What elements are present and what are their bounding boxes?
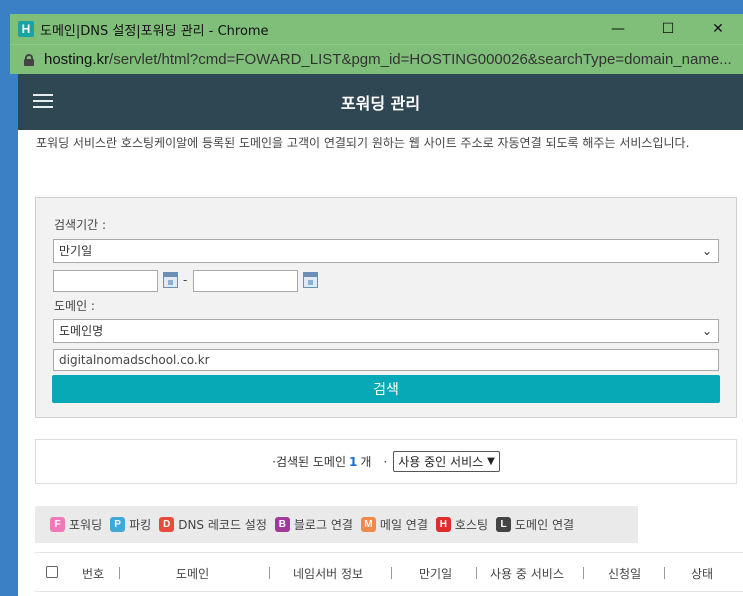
calendar-icon[interactable] [303,272,318,288]
dns-badge-icon: D [159,517,175,532]
service-filter-value: 사용 중인 서비스 [398,455,484,469]
legend-item-forwarding: F 포워딩 [50,516,102,533]
column-header-services[interactable]: 사용 중 서비스 [490,565,564,582]
url-text[interactable]: hosting.kr/servlet/html?cmd=FOWARD_LIST&… [44,51,743,68]
legend-item-hosting: H 호스팅 [435,516,489,533]
service-description: 포워딩 서비스란 호스팅케이알에 등록된 도메인을 고객이 연결되기 원하는 웹… [36,136,690,150]
domain-search-input[interactable]: digitalnomadschool.co.kr [53,349,719,371]
page-title: 포워딩 관리 [340,94,421,113]
column-divider [119,567,120,579]
calendar-icon[interactable] [163,272,178,288]
parking-badge-icon: P [110,517,126,532]
column-divider [583,567,584,579]
date-to-input[interactable] [193,270,298,292]
address-bar[interactable]: hosting.kr/servlet/html?cmd=FOWARD_LIST&… [10,44,743,74]
legend-label: 블로그 연결 [293,518,353,532]
search-panel: 검색기간 : 만기일 ⌄ - 도메인 : 도메인명 ⌄ digitalnomad… [35,197,737,418]
date-range-dash: - [183,273,188,287]
legend-item-blog: B 블로그 연결 [274,516,353,533]
close-button[interactable]: ✕ [693,14,743,44]
legend-item-domain-link: L 도메인 연결 [496,516,574,533]
legend-label: 포워딩 [69,518,103,532]
legend-label: 도메인 연결 [515,518,575,532]
maximize-button[interactable]: ☐ [643,14,693,44]
hosting-badge-icon: H [435,517,451,532]
result-prefix: 검색된 도메인 [275,455,347,469]
column-header-status[interactable]: 상태 [691,565,713,582]
domain-label: 도메인 : [54,299,95,313]
legend-label: DNS 레코드 설정 [178,518,267,532]
column-header-nameserver[interactable]: 네임서버 정보 [293,565,363,582]
window-controls: — ☐ ✕ [593,14,743,44]
legend-item-mail: M 메일 연결 [360,516,428,533]
window-titlebar: H 도메인|DNS 설정|포워딩 관리 - Chrome — ☐ ✕ [10,14,743,44]
hamburger-menu-icon[interactable] [33,94,53,108]
service-filter-select[interactable]: 사용 중인 서비스 ▼ [393,451,500,472]
search-button[interactable]: 검색 [52,375,720,403]
filter-bullet: · [383,454,388,469]
date-from-input[interactable] [53,270,158,292]
select-all-checkbox[interactable] [46,566,58,578]
column-divider [664,567,665,579]
page-content: 포워딩 관리 포워딩 서비스란 호스팅케이알에 등록된 도메인을 고객이 연결되… [18,74,743,596]
service-legend: F 포워딩 P 파킹 D DNS 레코드 설정 B 블로그 연결 M 메일 연결… [35,506,638,543]
result-count: 1 [349,454,358,469]
column-header-domain[interactable]: 도메인 [176,565,209,582]
period-label: 검색기간 : [54,218,107,232]
legend-item-parking: P 파킹 [110,516,151,533]
legend-label: 메일 연결 [379,518,428,532]
domain-type-value: 도메인명 [59,324,104,338]
column-header-expiry[interactable]: 만기일 [419,565,452,582]
domain-link-badge-icon: L [496,517,512,532]
chevron-down-icon: ⌄ [701,244,712,258]
table-header: 번호 도메인 네임서버 정보 만기일 사용 중 서비스 신청일 상태 [35,552,743,592]
window-title: 도메인|DNS 설정|포워딩 관리 - Chrome [40,23,269,39]
app-icon: H [18,21,34,37]
result-suffix: 개 [360,455,372,469]
column-divider [269,567,270,579]
column-divider [476,567,477,579]
url-host: hosting.kr [43,51,110,68]
column-divider [391,567,392,579]
chevron-down-icon: ▼ [487,456,495,467]
period-select-value: 만기일 [59,244,93,258]
app-header: 포워딩 관리 [18,74,743,130]
domain-type-select[interactable]: 도메인명 ⌄ [53,319,719,343]
blog-badge-icon: B [274,517,290,532]
mail-badge-icon: M [360,517,376,532]
column-header-number[interactable]: 번호 [82,565,104,582]
search-result-summary: · 검색된 도메인 1 개 · 사용 중인 서비스 ▼ [35,439,737,484]
lock-icon[interactable] [24,53,34,66]
legend-item-dns: D DNS 레코드 설정 [159,516,267,533]
chevron-down-icon: ⌄ [701,324,712,338]
column-header-applied-date[interactable]: 신청일 [608,565,641,582]
forwarding-badge-icon: F [50,517,65,532]
legend-label: 파킹 [129,518,152,532]
period-select[interactable]: 만기일 ⌄ [53,239,719,263]
url-path: /servlet/html?cmd=FOWARD_LIST&pgm_id=HOS… [109,51,732,68]
minimize-button[interactable]: — [593,14,643,44]
legend-label: 호스팅 [454,518,489,532]
